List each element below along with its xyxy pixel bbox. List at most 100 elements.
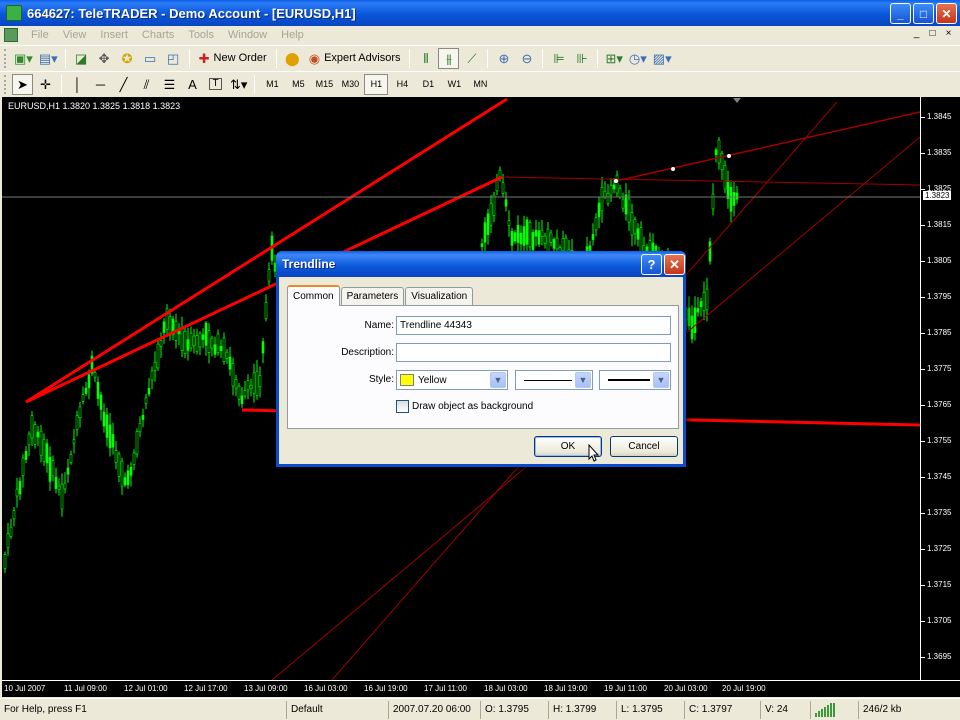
data-window-button[interactable]: ✥ [94,48,115,69]
toolbar-grip[interactable] [4,74,7,94]
trendline[interactable] [501,176,920,186]
horizontal-line-button[interactable]: ─ [90,74,111,95]
templates-button[interactable]: ▨▾ [651,48,674,69]
mdi-minimize-button[interactable]: _ [909,28,924,41]
candle-body [153,361,157,371]
equidistant-channel-button[interactable]: ⫽ [136,74,157,95]
candle-body [609,185,613,196]
draw-background-option[interactable]: Draw object as background [396,400,533,413]
timeframe-d1[interactable]: D1 [416,74,440,95]
cancel-button[interactable]: Cancel [610,436,678,457]
alert-button[interactable]: ⬤ [282,48,303,69]
zoom-out-button[interactable]: ⊖ [516,48,537,69]
timeframe-m1[interactable]: M1 [260,74,284,95]
tab-visualization[interactable]: Visualization [405,287,474,305]
indicators-button[interactable]: ⊞▾ [603,48,624,69]
chevron-down-icon[interactable]: ▼ [653,372,669,388]
draw-background-checkbox[interactable] [396,400,409,413]
trendline-button[interactable]: ╱ [113,74,134,95]
bar-chart-button[interactable]: ⫴ [415,48,436,69]
timeframe-m5[interactable]: M5 [286,74,310,95]
chart-window-icon[interactable] [4,28,18,42]
trendline-handle[interactable] [671,167,675,171]
periods-button[interactable]: ◷▾ [627,48,649,69]
color-select[interactable]: Yellow ▼ [396,370,508,390]
line-chart-button[interactable]: ⟋ [461,48,482,69]
new-chart-button[interactable]: ▣▾ [12,48,35,69]
toolbar-separator [188,48,190,68]
navigator-button[interactable]: ✪ [117,48,138,69]
time-axis[interactable]: 10 Jul 2007 11 Jul 09:00 12 Jul 01:00 12… [2,680,960,697]
auto-scroll-button[interactable]: ⊫ [548,48,569,69]
time-tick: 20 Jul 03:00 [664,684,708,693]
name-label: Name: [364,320,394,331]
trendline-handle[interactable] [614,179,618,183]
text-label-button[interactable]: T [205,74,226,95]
chart-shift-marker[interactable] [733,98,741,103]
arrows-button[interactable]: ⇅▾ [228,74,249,95]
candle-body [183,330,187,354]
mdi-close-button[interactable]: × [941,28,956,41]
name-input[interactable]: Trendline 44343 [396,316,671,335]
menu-insert[interactable]: Insert [93,29,135,41]
candle-body [612,184,616,190]
candle-body [222,337,226,363]
zoom-in-button[interactable]: ⊕ [493,48,514,69]
menu-tools[interactable]: Tools [181,29,221,41]
chevron-down-icon[interactable]: ▼ [575,372,591,388]
expert-advisors-button[interactable]: ◉ Expert Advisors [305,48,405,69]
candlestick-button[interactable]: ⫵ [438,47,460,69]
timeframe-h1[interactable]: H1 [364,73,389,95]
timeframe-m30[interactable]: M30 [338,74,362,95]
close-button[interactable]: ✕ [936,3,957,24]
text-tool-button[interactable]: A [182,74,203,95]
menu-window[interactable]: Window [221,29,274,41]
chart-shift-button[interactable]: ⊪ [571,48,592,69]
crosshair-tool-button[interactable]: ✛ [35,74,56,95]
terminal-button[interactable]: ▭ [140,48,161,69]
timeframe-m15[interactable]: M15 [312,74,336,95]
menu-view[interactable]: View [56,29,94,41]
menu-help[interactable]: Help [274,29,311,41]
name-row: Name: Trendline 44343 [288,316,680,336]
profiles-button[interactable]: ▤▾ [37,48,60,69]
candle-body [210,337,214,349]
trendline-selected[interactable] [615,111,920,182]
candle-body [255,370,259,396]
price-tick: 1.3785 [920,328,952,337]
time-tick: 11 Jul 09:00 [64,684,107,693]
menu-charts[interactable]: Charts [135,29,181,41]
candle-body [120,460,124,487]
chevron-down-icon[interactable]: ▼ [490,372,506,388]
toolbar-grip[interactable] [4,48,7,68]
trendline-handle[interactable] [727,154,731,158]
title-bar[interactable]: 664627: TeleTRADER - Demo Account - [EUR… [0,0,960,26]
line-style-select[interactable]: ▼ [515,370,593,390]
timeframe-mn[interactable]: MN [468,74,492,95]
vertical-line-button[interactable]: │ [67,74,88,95]
price-axis[interactable]: 1.3845 1.3835 1.3825 1.3815 1.3805 1.379… [920,97,960,680]
help-button[interactable]: ? [641,254,662,275]
text-label-icon: T [209,78,222,90]
timeframe-w1[interactable]: W1 [442,74,466,95]
description-input[interactable] [396,343,671,362]
timeframe-h4[interactable]: H4 [390,74,414,95]
bar-chart-icon: ⫴ [423,50,429,66]
tab-parameters[interactable]: Parameters [340,287,405,305]
menu-file[interactable]: File [24,29,56,41]
cursor-tool-button[interactable]: ➤ [12,73,33,95]
mdi-restore-button[interactable]: □ [925,28,940,41]
tab-common[interactable]: Common [287,285,340,306]
candle-body [246,380,250,391]
minimize-button[interactable]: _ [890,3,911,24]
market-watch-button[interactable]: ◪ [71,48,92,69]
dialog-title-bar[interactable]: Trendline ? ✕ [276,251,686,277]
new-order-icon: ✚ [198,50,210,66]
dialog-close-button[interactable]: ✕ [664,254,685,275]
line-width-select[interactable]: ▼ [599,370,671,390]
new-order-button[interactable]: ✚ New Order [195,48,271,69]
fibonacci-button[interactable]: ☰ [159,74,180,95]
candle-body [630,212,634,236]
strategy-tester-button[interactable]: ◰ [163,48,184,69]
maximize-button[interactable]: □ [913,3,934,24]
